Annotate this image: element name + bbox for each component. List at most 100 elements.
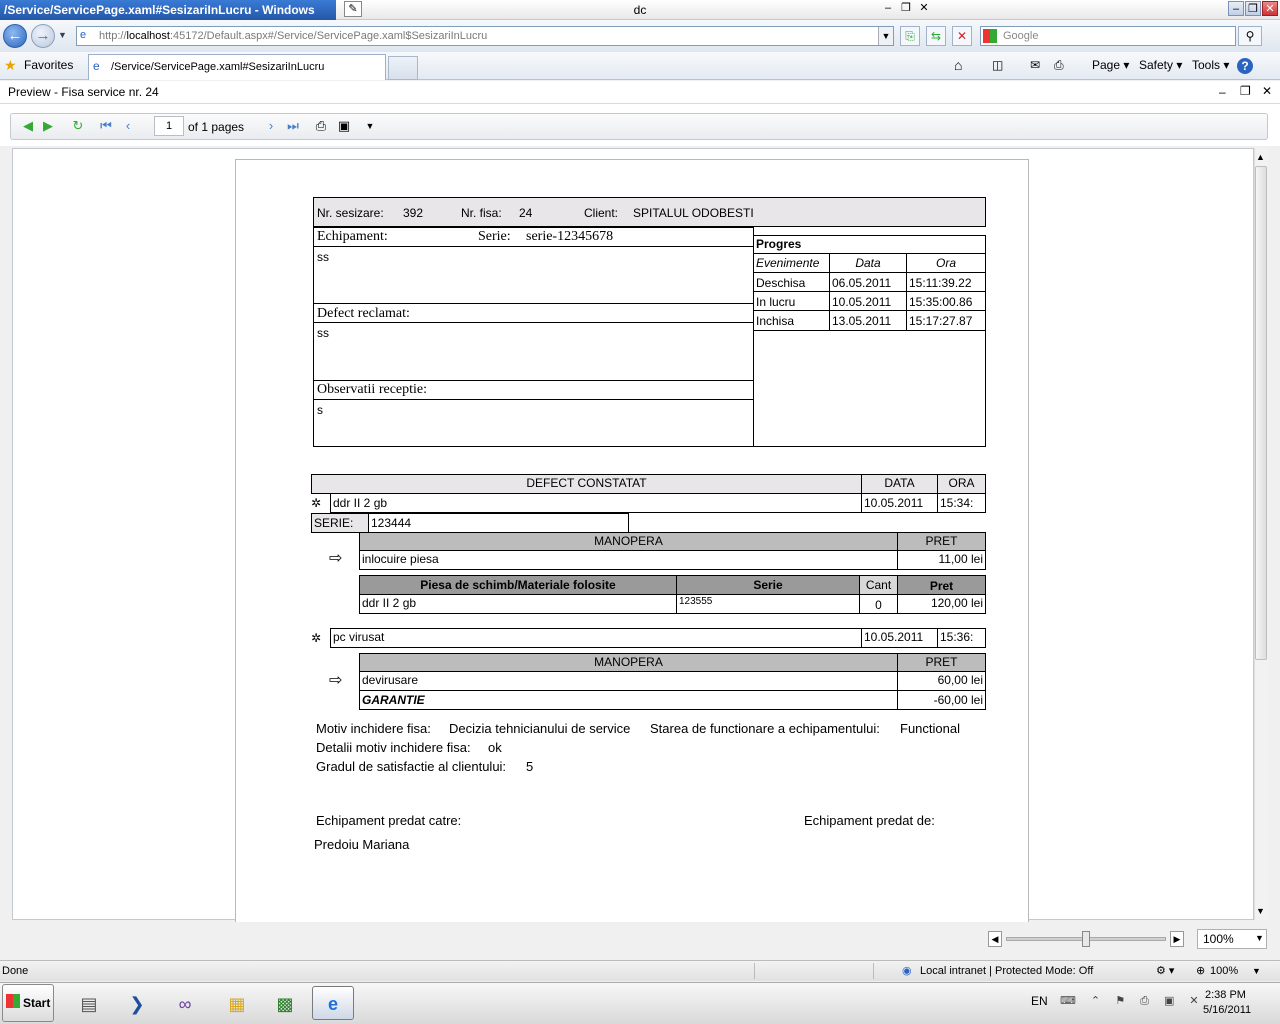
mail-icon[interactable]: ✉	[1030, 58, 1040, 72]
progres-title: Progres	[756, 237, 802, 251]
windows-logo-icon	[6, 994, 20, 1008]
language-indicator[interactable]: EN	[1031, 994, 1048, 1008]
table-row: Inchisa	[753, 310, 830, 331]
clock-date[interactable]: 5/16/2011	[1203, 1004, 1251, 1016]
print-icon[interactable]: ⎙	[1054, 58, 1064, 72]
safety-menu[interactable]: Safety ▾	[1139, 58, 1182, 72]
defect1-serie-label: SERIE:	[314, 516, 354, 530]
zoom-left-icon[interactable]: ◀	[988, 931, 1002, 947]
home-icon[interactable]: ⌂	[954, 58, 962, 72]
observatii-label: Observatii receptie:	[317, 382, 428, 397]
close-icon[interactable]: ✕	[916, 1, 932, 16]
scroll-down-icon[interactable]: ▼	[1256, 906, 1265, 916]
zoom-slider-thumb[interactable]	[1082, 931, 1090, 947]
piesa-name: ddr II 2 gb	[362, 596, 417, 610]
client-value: SPITALUL ODOBESTI	[633, 206, 754, 220]
tray-icons[interactable]: ⌨ ⌃ ⚑ ⎙ ▣ ✕	[1060, 994, 1205, 1008]
save-icon[interactable]: ▣	[336, 118, 352, 134]
progres-event: Deschisa	[756, 276, 806, 290]
zoom-dropdown-icon[interactable]: ▼	[1255, 933, 1264, 943]
next-page-icon[interactable]: ›	[263, 118, 279, 134]
visual-studio-icon[interactable]: ∞	[164, 986, 206, 1020]
status-text: Done	[2, 965, 29, 977]
manopera-header-cell: MANOPERA	[359, 532, 898, 551]
outer-minimize-icon[interactable]: –	[1228, 1, 1244, 16]
help-icon[interactable]: ?	[1237, 58, 1253, 74]
page-icon: e	[80, 29, 87, 41]
tools-menu[interactable]: Tools ▾	[1192, 58, 1229, 72]
details-box	[313, 227, 754, 447]
detalii-value: ok	[488, 740, 502, 755]
nr-fisa-value: 24	[519, 206, 533, 220]
compatibility-icon[interactable]: ⎘	[900, 26, 920, 46]
save-dropdown-icon[interactable]: ▼	[362, 118, 378, 134]
progres-time: 15:17:27.87	[909, 314, 973, 328]
outer-restore-icon[interactable]: ❐	[1245, 1, 1261, 16]
protected-mode-icon[interactable]: ⚙ ▾	[1156, 961, 1174, 981]
clock-time[interactable]: 2:38 PM	[1205, 989, 1246, 1001]
print-report-icon[interactable]: ⎙	[313, 118, 329, 134]
favorites-label[interactable]: Favorites	[24, 58, 73, 72]
search-input[interactable]: Google	[980, 26, 1236, 46]
outer-close-icon[interactable]: ✕	[1262, 1, 1278, 16]
defect-row: ddr II 2 gb	[330, 493, 862, 513]
table-row: 15:17:27.87	[906, 310, 986, 331]
address-bar[interactable]: http://localhost:45172/Default.aspx#/Ser…	[76, 26, 894, 46]
refresh-report-icon[interactable]: ↻	[70, 118, 86, 134]
first-page-icon[interactable]: ⏮	[98, 118, 114, 134]
history-dropdown-icon[interactable]: ▼	[58, 30, 67, 40]
start-label: Start	[23, 996, 51, 1010]
address-host: localhost	[126, 30, 170, 42]
arrow-right-icon: ⇨	[329, 550, 343, 567]
server-manager-icon[interactable]: ▤	[68, 986, 110, 1020]
defect1-date: 10.05.2011	[864, 496, 924, 510]
search-icon[interactable]: ⚲	[1238, 26, 1262, 46]
piese-serie-header: Serie	[753, 578, 783, 592]
manopera-value: devirusare	[362, 673, 419, 687]
status-zoom-icon[interactable]: ⊕	[1196, 961, 1205, 981]
status-zoom[interactable]: 100%	[1210, 961, 1238, 981]
defect1-name: ddr II 2 gb	[333, 496, 388, 510]
page-menu[interactable]: Page ▾	[1092, 58, 1129, 72]
preview-restore-icon[interactable]: ❐	[1240, 84, 1251, 98]
scroll-up-icon[interactable]: ▲	[1256, 152, 1265, 162]
scroll-thumb[interactable]	[1255, 166, 1267, 660]
tools-app-icon[interactable]: ▩	[264, 986, 306, 1020]
refresh-icon[interactable]: ⇆	[926, 26, 946, 46]
pret-header: PRET	[925, 534, 958, 548]
piesa-pret: 120,00 lei	[930, 596, 983, 610]
internet-explorer-icon[interactable]: e	[312, 986, 354, 1020]
explorer-icon[interactable]: ▦	[216, 986, 258, 1020]
nr-fisa-label: Nr. fisa:	[461, 206, 502, 220]
progres-header-events: Evenimente	[756, 256, 820, 270]
zoom-right-icon[interactable]: ▶	[1170, 931, 1184, 947]
browser-tab[interactable]: /Service/ServicePage.xaml#SesizariInLucr…	[88, 54, 386, 80]
garantie-pret: -60,00 lei	[933, 693, 983, 707]
back-icon[interactable]: ←	[3, 24, 27, 48]
new-tab-button[interactable]	[388, 56, 418, 80]
back-nav-icon[interactable]: ◀	[20, 118, 36, 134]
minimize-icon[interactable]: –	[880, 1, 896, 16]
progres-time: 15:11:39.22	[909, 276, 972, 290]
forward-icon[interactable]: →	[31, 24, 55, 48]
forward-nav-icon[interactable]: ▶	[40, 118, 56, 134]
powershell-icon[interactable]: ❯	[116, 986, 158, 1020]
restore-icon[interactable]: ❐	[898, 1, 914, 16]
address-dropdown-icon[interactable]: ▼	[878, 27, 893, 45]
zone-text[interactable]: Local intranet | Protected Mode: Off	[920, 961, 1093, 981]
favorites-star-icon[interactable]: ★	[4, 57, 17, 74]
progres-date: 10.05.2011	[832, 295, 892, 309]
defect-header: DEFECT CONSTATAT	[526, 476, 647, 490]
stop-icon[interactable]: ✕	[952, 26, 972, 46]
page-number-input[interactable]: 1	[154, 116, 184, 136]
pin-icon[interactable]: ✎	[344, 1, 362, 17]
pret-header-cell: PRET	[897, 653, 986, 672]
preview-close-icon[interactable]: ✕	[1262, 84, 1272, 98]
preview-minimize-icon[interactable]: –	[1219, 85, 1226, 99]
feeds-icon[interactable]: ◫	[992, 58, 1003, 72]
last-page-icon[interactable]: ⏭	[285, 118, 301, 134]
defect-time-cell: 15:36:	[937, 628, 986, 648]
status-zoom-dropdown-icon[interactable]: ▼	[1252, 961, 1261, 981]
gear-icon: ✲	[311, 631, 322, 645]
previous-page-icon[interactable]: ‹	[120, 118, 136, 134]
